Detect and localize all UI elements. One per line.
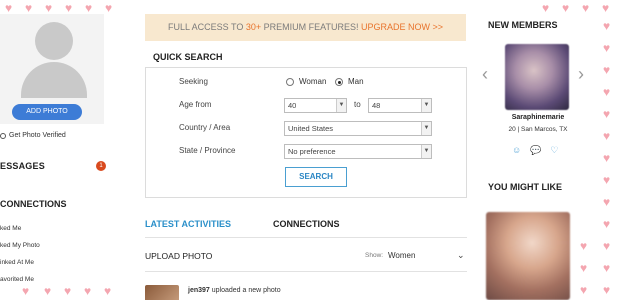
search-button[interactable]: SEARCH [285, 167, 347, 187]
heart-icon: ♥ [603, 63, 611, 77]
heart-outline-icon[interactable]: ♡ [550, 145, 558, 156]
new-members-title: NEW MEMBERS [488, 20, 558, 30]
tab-latest-activities[interactable]: LATEST ACTIVITIES [145, 219, 231, 229]
heart-icon: ♥ [580, 283, 588, 297]
chevron-left-icon[interactable]: ‹ [482, 64, 488, 85]
age-to-label: to [354, 100, 361, 109]
age-to-select[interactable]: 48 ▼ [368, 98, 432, 113]
heart-icon: ♥ [603, 239, 611, 253]
connection-item-liked-photo[interactable]: ked My Photo [0, 242, 40, 249]
upload-photo-section-title: UPLOAD PHOTO [145, 251, 213, 261]
suggested-member-photo[interactable] [486, 212, 570, 300]
heart-icon: ♥ [603, 129, 611, 143]
country-label: Country / Area [179, 123, 231, 132]
country-value: United States [288, 124, 334, 133]
show-filter-label: Show: [365, 252, 384, 259]
heart-icon: ♥ [105, 1, 113, 15]
upgrade-now-link[interactable]: UPGRADE NOW >> [361, 22, 443, 32]
member-location: 20 | San Marcos, TX [508, 126, 568, 133]
heart-icon: ♥ [542, 1, 550, 15]
age-from-select[interactable]: 40 ▼ [284, 98, 347, 113]
heart-icon: ♥ [580, 239, 588, 253]
chevron-down-icon[interactable]: ⌄ [457, 250, 465, 261]
state-select[interactable]: No preference ▼ [284, 144, 432, 159]
seeking-man-radio[interactable] [335, 78, 343, 86]
heart-icon: ♥ [603, 217, 611, 231]
heart-icon: ♥ [580, 261, 588, 275]
section-divider [145, 271, 467, 272]
connection-item-winked[interactable]: inked At Me [0, 259, 34, 266]
message-icon[interactable]: 💬 [530, 145, 541, 156]
heart-icon: ♥ [85, 1, 93, 15]
profile-photo-placeholder: ADD PHOTO [0, 14, 104, 124]
member-name[interactable]: Saraphinemarie [488, 114, 588, 121]
banner-prefix: FULL ACCESS TO [167, 22, 246, 32]
heart-icon: ♥ [603, 19, 611, 33]
messages-heading[interactable]: ESSAGES [0, 161, 45, 171]
state-label: State / Province [179, 146, 236, 155]
connection-item-liked-me[interactable]: ked Me [0, 225, 21, 232]
verified-check-icon [0, 132, 6, 139]
banner-highlight: 30+ [245, 22, 262, 32]
upgrade-banner[interactable]: FULL ACCESS TO 30+ PREMIUM FEATURES! UPG… [145, 14, 466, 41]
age-from-value: 40 [288, 101, 297, 110]
you-might-like-title: YOU MIGHT LIKE [488, 182, 562, 192]
chevron-right-icon[interactable]: › [578, 64, 584, 85]
messages-count-badge: 1 [96, 161, 106, 171]
chevron-down-icon: ▼ [421, 122, 431, 135]
connection-item-favorited[interactable]: avorited Me [0, 276, 34, 283]
seeking-woman-radio[interactable] [286, 78, 294, 86]
add-photo-button[interactable]: ADD PHOTO [12, 104, 82, 120]
heart-icon: ♥ [603, 85, 611, 99]
tab-connections[interactable]: CONNECTIONS [273, 219, 340, 229]
activity-description: uploaded a new photo [209, 287, 281, 294]
profile-sidebar: ADD PHOTO Get Photo Verified ESSAGES 1 C… [0, 14, 132, 300]
heart-icon: ♥ [45, 1, 53, 15]
show-filter-value[interactable]: Women [388, 251, 415, 260]
heart-icon: ♥ [603, 261, 611, 275]
heart-icon: ♥ [602, 1, 610, 15]
heart-icon: ♥ [603, 41, 611, 55]
seeking-label: Seeking [179, 77, 208, 86]
chevron-down-icon: ▼ [336, 99, 346, 112]
heart-icon: ♥ [603, 107, 611, 121]
activity-username[interactable]: jen397 [188, 287, 210, 294]
age-from-label: Age from [179, 100, 212, 109]
quick-search-title: QUICK SEARCH [153, 52, 223, 62]
avatar-placeholder-icon [35, 22, 73, 60]
heart-icon: ♥ [603, 173, 611, 187]
heart-icon: ♥ [25, 1, 33, 15]
tab-divider [145, 237, 467, 238]
quick-search-panel: Seeking Woman Man Age from 40 ▼ to 48 ▼ … [145, 67, 467, 198]
heart-icon: ♥ [582, 1, 590, 15]
state-value: No preference [288, 147, 336, 156]
chevron-down-icon: ▼ [421, 99, 431, 112]
heart-icon: ♥ [5, 1, 13, 15]
new-member-photo[interactable] [505, 44, 569, 110]
activity-thumbnail[interactable] [145, 285, 179, 300]
heart-icon: ♥ [603, 195, 611, 209]
wink-icon[interactable]: ☺ [512, 145, 521, 156]
member-actions: ☺ 💬 ♡ [512, 145, 559, 156]
country-select[interactable]: United States ▼ [284, 121, 432, 136]
heart-icon: ♥ [562, 1, 570, 15]
heart-icon: ♥ [603, 283, 611, 297]
photo-verified-link[interactable]: Get Photo Verified [0, 132, 66, 139]
banner-middle: PREMIUM FEATURES! [261, 22, 361, 32]
activity-item: jen397 uploaded a new photo [188, 287, 281, 294]
heart-icon: ♥ [603, 151, 611, 165]
heart-icon: ♥ [65, 1, 73, 15]
chevron-down-icon: ▼ [421, 145, 431, 158]
photo-verified-label: Get Photo Verified [9, 132, 66, 139]
avatar-placeholder-body [21, 62, 87, 98]
seeking-woman-label: Woman [299, 77, 327, 86]
connections-heading: CONNECTIONS [0, 199, 67, 209]
age-to-value: 48 [372, 101, 381, 110]
seeking-man-label: Man [348, 77, 364, 86]
